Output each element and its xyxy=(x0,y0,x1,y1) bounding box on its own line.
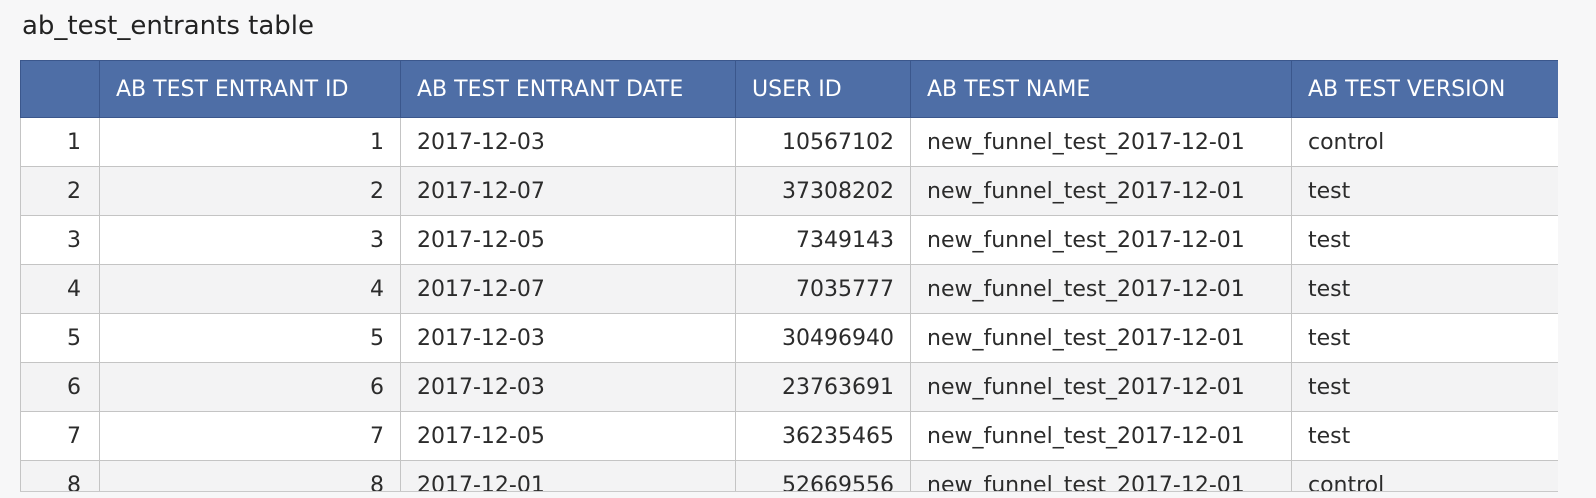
table-row: 5 5 2017-12-03 30496940 new_funnel_test_… xyxy=(20,313,1558,363)
cell-user-id: 7035777 xyxy=(735,264,911,314)
cell-user-id: 10567102 xyxy=(735,117,911,167)
cell-test-version: test xyxy=(1291,166,1558,216)
cell-test-name: new_funnel_test_2017-12-01 xyxy=(910,264,1292,314)
cell-user-id: 7349143 xyxy=(735,215,911,265)
column-header-ab-test-entrant-id[interactable]: AB TEST ENTRANT ID xyxy=(99,60,401,118)
cell-entrant-date: 2017-12-05 xyxy=(400,215,736,265)
table-row: 8 8 2017-12-01 52669556 new_funnel_test_… xyxy=(20,460,1558,491)
table-row: 3 3 2017-12-05 7349143 new_funnel_test_2… xyxy=(20,215,1558,265)
row-index: 8 xyxy=(20,460,100,491)
header-row: AB TEST ENTRANT ID AB TEST ENTRANT DATE … xyxy=(20,60,1558,118)
cell-test-version: test xyxy=(1291,313,1558,363)
cell-test-version: test xyxy=(1291,362,1558,412)
cell-entrant-id: 4 xyxy=(99,264,401,314)
table-row: 2 2 2017-12-07 37308202 new_funnel_test_… xyxy=(20,166,1558,216)
table-scroll-area[interactable]: AB TEST ENTRANT ID AB TEST ENTRANT DATE … xyxy=(20,60,1558,492)
cell-test-name: new_funnel_test_2017-12-01 xyxy=(910,117,1292,167)
cell-entrant-date: 2017-12-07 xyxy=(400,264,736,314)
cell-entrant-id: 7 xyxy=(99,411,401,461)
cell-user-id: 52669556 xyxy=(735,460,911,491)
data-table: AB TEST ENTRANT ID AB TEST ENTRANT DATE … xyxy=(20,60,1558,491)
cell-entrant-date: 2017-12-05 xyxy=(400,411,736,461)
cell-test-version: test xyxy=(1291,215,1558,265)
column-header-ab-test-entrant-date[interactable]: AB TEST ENTRANT DATE xyxy=(400,60,736,118)
cell-test-name: new_funnel_test_2017-12-01 xyxy=(910,215,1292,265)
cell-test-version: control xyxy=(1291,117,1558,167)
cell-entrant-date: 2017-12-07 xyxy=(400,166,736,216)
row-index: 7 xyxy=(20,411,100,461)
column-header-ab-test-name[interactable]: AB TEST NAME xyxy=(910,60,1292,118)
table-row: 1 1 2017-12-03 10567102 new_funnel_test_… xyxy=(20,117,1558,167)
cell-user-id: 37308202 xyxy=(735,166,911,216)
column-header-ab-test-version[interactable]: AB TEST VERSION xyxy=(1291,60,1558,118)
row-index: 5 xyxy=(20,313,100,363)
row-index: 6 xyxy=(20,362,100,412)
cell-test-name: new_funnel_test_2017-12-01 xyxy=(910,460,1292,491)
table-row: 7 7 2017-12-05 36235465 new_funnel_test_… xyxy=(20,411,1558,461)
cell-user-id: 30496940 xyxy=(735,313,911,363)
table-row: 4 4 2017-12-07 7035777 new_funnel_test_2… xyxy=(20,264,1558,314)
cell-entrant-id: 1 xyxy=(99,117,401,167)
cell-user-id: 23763691 xyxy=(735,362,911,412)
cell-entrant-id: 3 xyxy=(99,215,401,265)
cell-test-name: new_funnel_test_2017-12-01 xyxy=(910,362,1292,412)
cell-test-name: new_funnel_test_2017-12-01 xyxy=(910,313,1292,363)
column-header-user-id[interactable]: USER ID xyxy=(735,60,911,118)
table-title: ab_test_entrants table xyxy=(22,11,314,41)
row-index: 1 xyxy=(20,117,100,167)
cell-entrant-date: 2017-12-03 xyxy=(400,313,736,363)
row-index: 3 xyxy=(20,215,100,265)
cell-entrant-id: 6 xyxy=(99,362,401,412)
cell-entrant-date: 2017-12-03 xyxy=(400,362,736,412)
cell-user-id: 36235465 xyxy=(735,411,911,461)
cell-entrant-date: 2017-12-01 xyxy=(400,460,736,491)
cell-entrant-date: 2017-12-03 xyxy=(400,117,736,167)
row-index: 4 xyxy=(20,264,100,314)
cell-test-name: new_funnel_test_2017-12-01 xyxy=(910,166,1292,216)
cell-test-version: control xyxy=(1291,460,1558,491)
cell-test-version: test xyxy=(1291,411,1558,461)
table-row: 6 6 2017-12-03 23763691 new_funnel_test_… xyxy=(20,362,1558,412)
row-index: 2 xyxy=(20,166,100,216)
cell-entrant-id: 2 xyxy=(99,166,401,216)
cell-entrant-id: 8 xyxy=(99,460,401,491)
cell-test-name: new_funnel_test_2017-12-01 xyxy=(910,411,1292,461)
page: ab_test_entrants table AB TEST ENTRANT I… xyxy=(0,0,1596,498)
column-header-index[interactable] xyxy=(20,60,100,118)
cell-test-version: test xyxy=(1291,264,1558,314)
cell-entrant-id: 5 xyxy=(99,313,401,363)
